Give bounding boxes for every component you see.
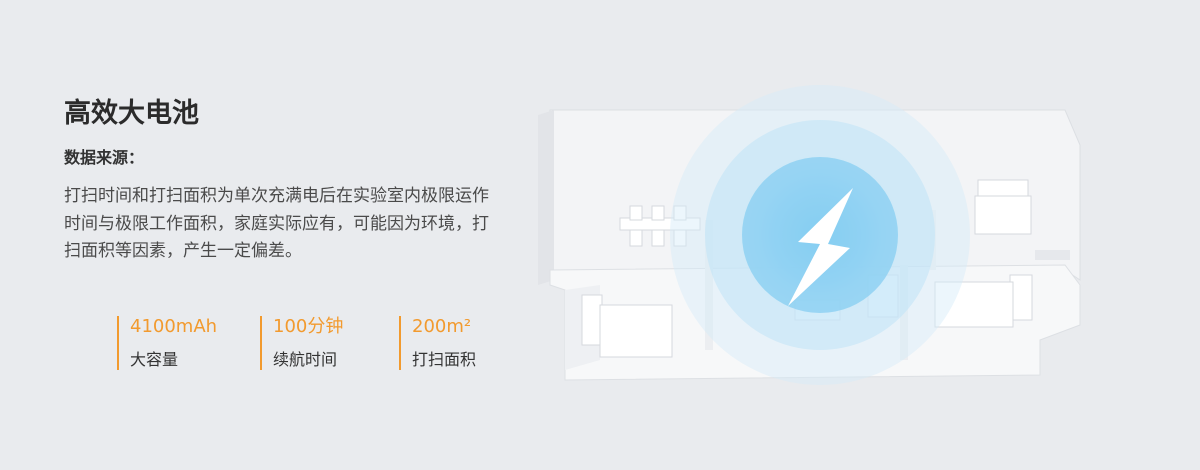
stat-capacity: 4100mAh 大容量: [117, 316, 260, 370]
stat-label: 续航时间: [273, 350, 338, 369]
data-source-label: 数据来源：: [64, 148, 145, 167]
section-title: 高效大电池: [64, 98, 199, 129]
stat-value: 100分钟: [273, 316, 344, 337]
stat-area: 200m² 打扫面积: [399, 316, 522, 370]
home-floorplan-illustration: [538, 85, 1081, 385]
data-source-description: 打扫时间和打扫面积为单次充满电后在实验室内极限运作时间与极限工作面积，家庭实际应…: [64, 186, 489, 261]
stat-runtime: 100分钟 续航时间: [260, 316, 399, 370]
stat-value: 200m²: [412, 316, 472, 337]
stats-row: 4100mAh 大容量 100分钟 续航时间 200m² 打扫面积: [117, 316, 522, 370]
battery-info-block: 高效大电池 数据来源： 打扫时间和打扫面积为单次充满电后在实验室内极限运作时间与…: [64, 96, 504, 266]
stat-value: 4100mAh: [130, 316, 218, 337]
stat-label: 打扫面积: [412, 350, 477, 369]
stat-label: 大容量: [130, 350, 179, 369]
